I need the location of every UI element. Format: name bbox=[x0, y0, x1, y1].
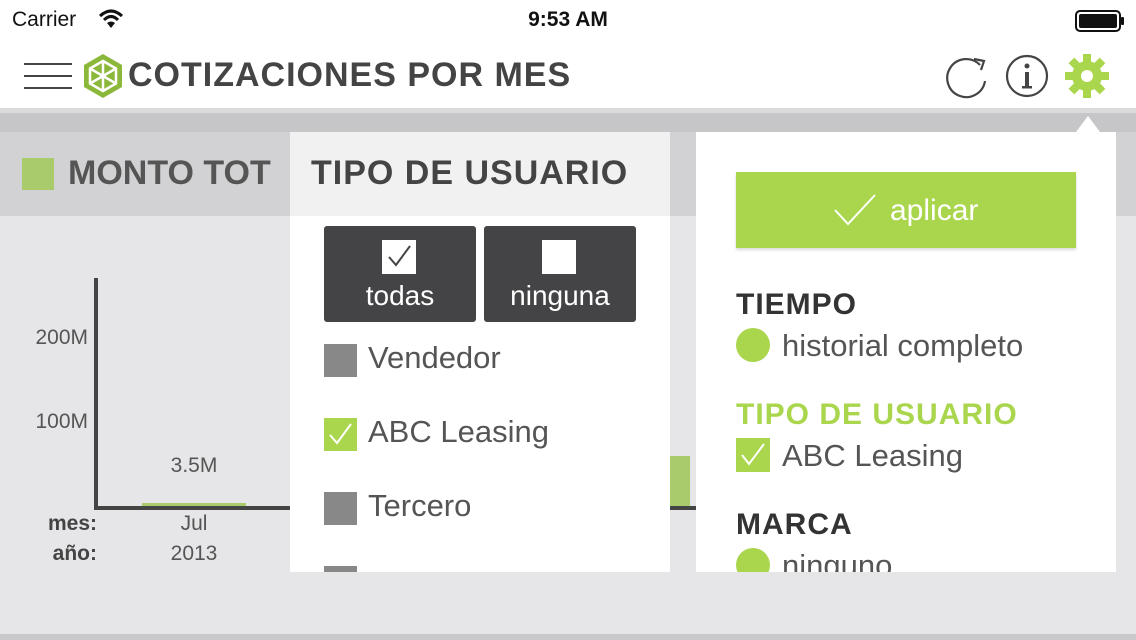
option-vendedor[interactable]: Vendedor bbox=[324, 336, 654, 384]
radio-dot-icon bbox=[736, 548, 770, 572]
select-all-button[interactable]: todas bbox=[324, 226, 476, 322]
checkmark-icon bbox=[834, 194, 876, 226]
popover-pointer bbox=[1076, 116, 1100, 132]
checkbox-empty-icon bbox=[542, 240, 576, 274]
summary-value-user-type: ABC Leasing bbox=[782, 438, 963, 473]
select-all-label: todas bbox=[365, 280, 435, 311]
panel-header: TIPO DE USUARIO bbox=[290, 132, 670, 216]
summary-heading-time: TIEMPO bbox=[736, 288, 858, 321]
summary-heading-brand: MARCA bbox=[736, 508, 853, 541]
radio-dot-icon bbox=[736, 328, 770, 362]
refresh-icon[interactable] bbox=[944, 53, 990, 99]
select-none-label: ninguna bbox=[510, 280, 610, 311]
apply-button[interactable]: aplicar bbox=[736, 172, 1076, 248]
x-tick-month: Jul bbox=[180, 512, 208, 535]
gear-icon[interactable] bbox=[1064, 53, 1110, 99]
chart-bar-partial[interactable] bbox=[668, 456, 690, 506]
filter-summary-panel: aplicar TIEMPO historial completo TIPO D… bbox=[696, 132, 1116, 572]
bar-value-label: 3.5M bbox=[170, 454, 218, 477]
summary-heading-user-type: TIPO DE USUARIO bbox=[736, 398, 1018, 431]
y-tick-label: 100M bbox=[35, 410, 88, 433]
user-type-filter-panel: TIPO DE USUARIO todas ninguna Vendedor A… bbox=[290, 132, 670, 572]
checkbox-icon bbox=[324, 344, 357, 377]
app-logo-icon bbox=[84, 54, 122, 98]
legend-swatch bbox=[22, 158, 54, 190]
y-axis bbox=[94, 278, 98, 510]
option-label: Vendedor bbox=[368, 340, 501, 375]
select-none-button[interactable]: ninguna bbox=[484, 226, 636, 322]
option-label: Tercero bbox=[368, 488, 472, 523]
checkbox-checked-icon bbox=[736, 438, 770, 472]
x-axis-year-key: año: bbox=[52, 542, 97, 565]
chart-bar[interactable] bbox=[142, 503, 246, 506]
option-tercero[interactable]: Tercero bbox=[324, 484, 654, 532]
option-label: ABC Leasing bbox=[368, 414, 549, 449]
menu-icon[interactable] bbox=[24, 62, 72, 90]
navigation-bar: COTIZACIONES POR MES bbox=[0, 40, 1136, 108]
summary-value-time: historial completo bbox=[782, 328, 1024, 363]
status-bar: Carrier 9:53 AM bbox=[0, 0, 1136, 40]
panel-title: TIPO DE USUARIO bbox=[311, 154, 629, 192]
checkbox-checked-icon bbox=[382, 240, 416, 274]
checkbox-icon bbox=[324, 566, 357, 572]
x-axis-month-key: mes: bbox=[47, 512, 97, 535]
option-abc-leasing[interactable]: ABC Leasing bbox=[324, 410, 654, 458]
apply-label: aplicar bbox=[890, 194, 979, 227]
checkbox-icon bbox=[324, 492, 357, 525]
x-tick-year: 2013 bbox=[170, 542, 218, 565]
legend-label: MONTO TOT bbox=[68, 154, 271, 192]
y-tick-label: 200M bbox=[35, 326, 88, 349]
clock: 9:53 AM bbox=[528, 8, 608, 31]
page-title: COTIZACIONES POR MES bbox=[128, 56, 572, 94]
info-icon[interactable] bbox=[1004, 53, 1050, 99]
battery-icon bbox=[1075, 10, 1124, 32]
summary-value-brand: ninguno bbox=[782, 548, 893, 572]
checkbox-checked-icon bbox=[324, 418, 357, 451]
option-partial[interactable] bbox=[324, 558, 654, 572]
